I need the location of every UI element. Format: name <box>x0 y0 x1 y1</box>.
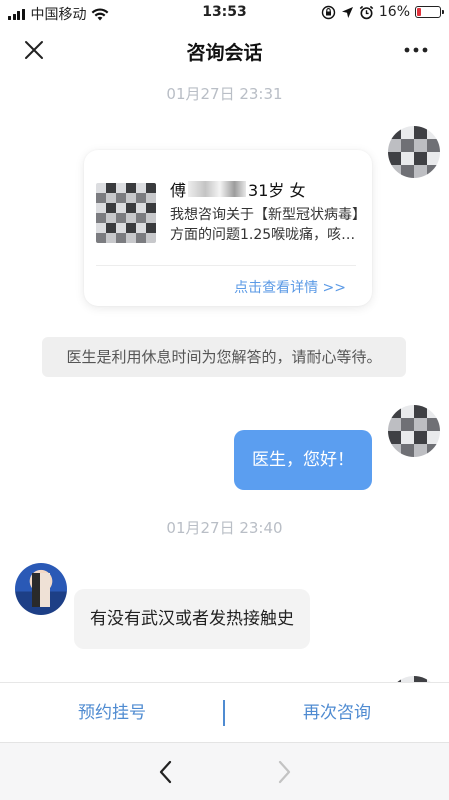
action-bar: 预约挂号 再次咨询 <box>0 682 449 742</box>
reconsult-button[interactable]: 再次咨询 <box>225 683 449 743</box>
book-appointment-button[interactable]: 预约挂号 <box>0 683 224 743</box>
consultation-card[interactable]: 傅 31岁 女 我想咨询关于【新型冠状病毒】方面的问题1.25喉咙痛，咳嗽，有痰… <box>84 150 372 306</box>
more-icon[interactable] <box>403 38 429 62</box>
chat-timestamp: 01月27日 23:40 <box>166 519 283 537</box>
page-title: 咨询会话 <box>186 42 263 64</box>
user-avatar[interactable] <box>388 126 440 178</box>
user-avatar[interactable] <box>388 405 440 457</box>
incoming-message: 有没有武汉或者发热接触史 <box>74 589 310 649</box>
battery-level <box>417 8 421 16</box>
status-right: 16% <box>321 4 444 20</box>
doctor-face <box>32 573 50 607</box>
alarm-icon <box>359 5 374 19</box>
system-notice: 医生是利用休息时间为您解答的，请耐心等待。 <box>42 337 406 377</box>
patient-photo <box>96 183 156 243</box>
chat-timestamp: 01月27日 23:31 <box>166 85 283 103</box>
navigation-bar: 咨询会话 <box>0 26 449 74</box>
consultation-description: 我想咨询关于【新型冠状病毒】方面的问题1.25喉咙痛，咳嗽，有痰 <box>170 207 359 243</box>
name-mask <box>188 181 247 197</box>
chevron-right-icon[interactable] <box>272 759 296 785</box>
browser-toolbar <box>0 742 449 800</box>
orientation-lock-icon <box>321 5 336 19</box>
patient-name: 傅 <box>170 181 187 200</box>
patient-age-gender: 31岁 女 <box>248 181 306 200</box>
battery-percent: 16% <box>378 4 410 20</box>
chat-screen: 中国移动 13:53 16% 咨询会话 01月27日 23:31 傅 31岁 女… <box>0 0 449 800</box>
outgoing-message: 医生，您好！ <box>234 430 372 490</box>
doctor-avatar[interactable] <box>15 563 67 615</box>
view-details-link[interactable]: 点击查看详情 >> <box>234 277 346 297</box>
status-bar: 中国移动 13:53 16% <box>0 0 449 26</box>
location-icon <box>341 6 353 18</box>
card-divider <box>96 265 356 266</box>
patient-info: 傅 31岁 女 <box>170 177 305 201</box>
chevron-left-icon[interactable] <box>154 759 178 785</box>
battery-icon <box>415 6 444 18</box>
